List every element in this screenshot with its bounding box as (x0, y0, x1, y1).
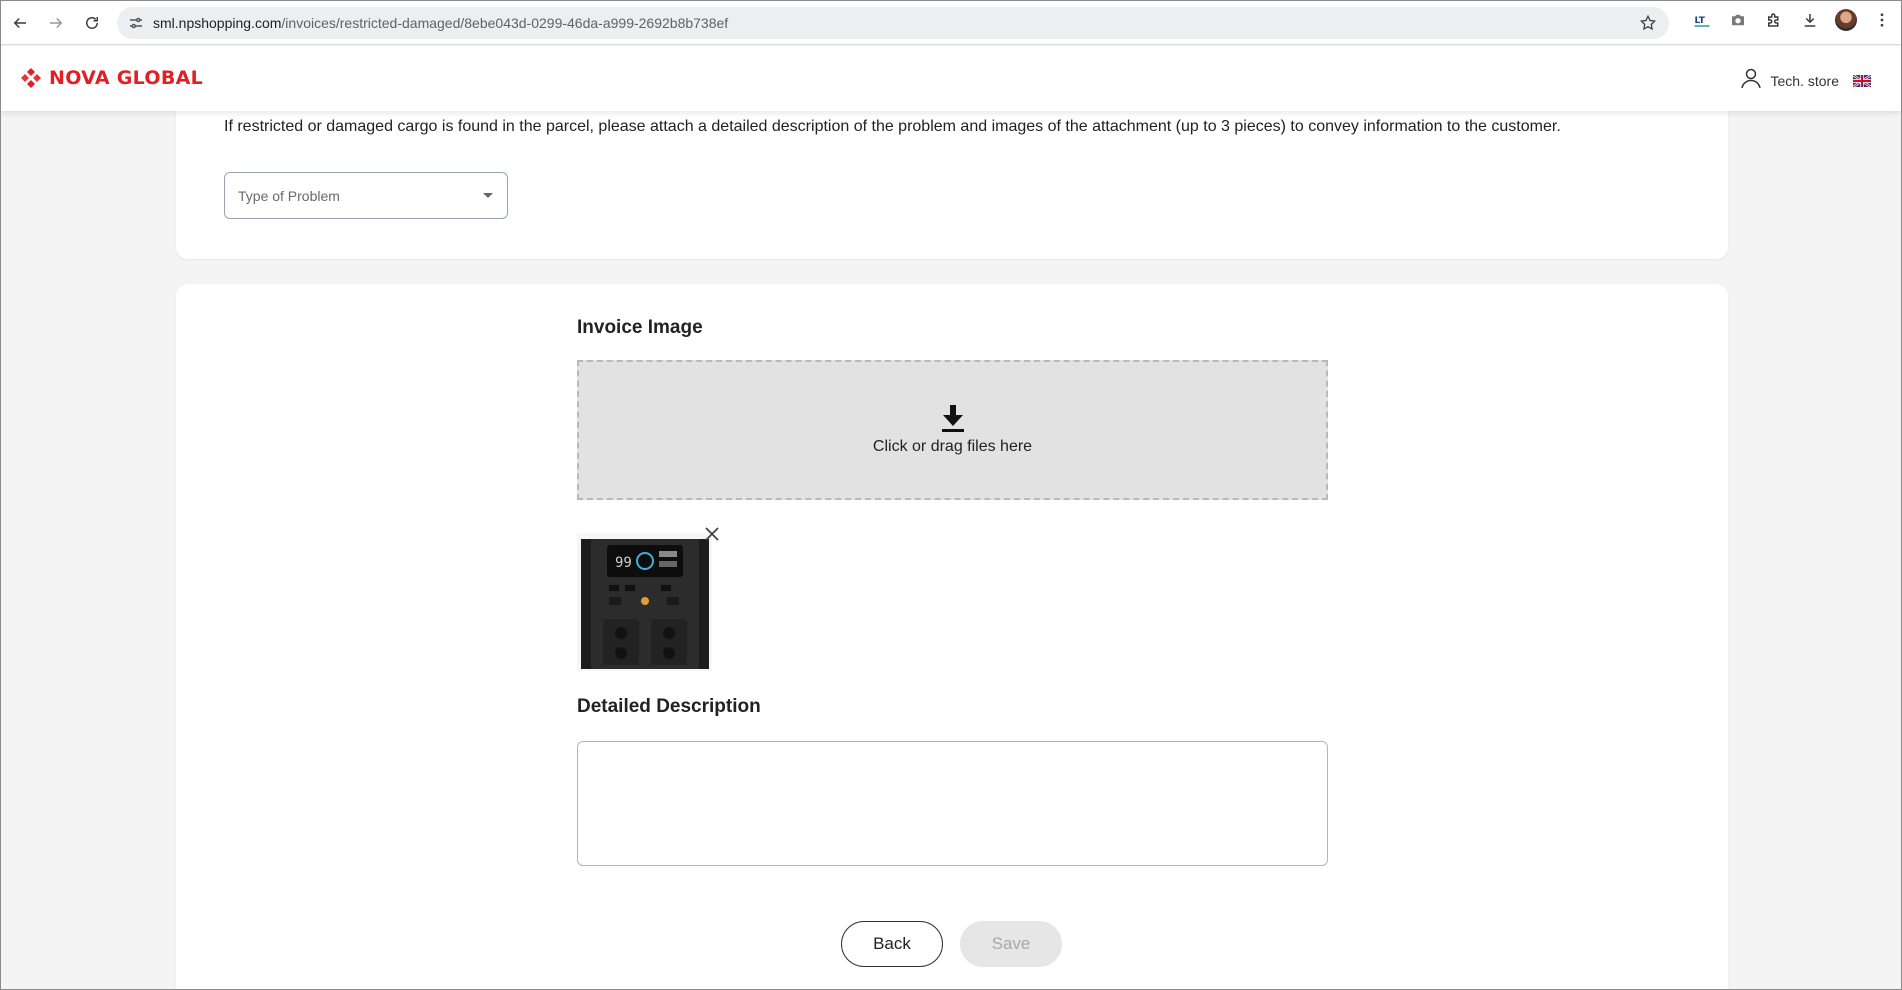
translate-extension-icon[interactable]: LT (1691, 9, 1713, 31)
back-button[interactable]: Back (841, 921, 943, 967)
extensions-puzzle-icon[interactable] (1763, 9, 1785, 31)
logo[interactable]: NOVA GLOBAL (19, 66, 203, 90)
user-menu[interactable]: Tech. store (1739, 66, 1871, 95)
uploaded-image-thumbnail[interactable]: 99 (577, 533, 712, 671)
address-bar[interactable]: sml.npshopping.com/invoices/restricted-d… (117, 7, 1669, 39)
download-arrow-icon (941, 405, 964, 432)
svg-text:99: 99 (615, 555, 632, 571)
camera-extension-icon[interactable] (1727, 9, 1749, 31)
bookmark-star-icon[interactable] (1639, 14, 1657, 32)
app-header: NOVA GLOBAL Tech. store (1, 46, 1901, 111)
logo-text: NOVA GLOBAL (49, 67, 204, 89)
forward-nav-icon[interactable] (41, 8, 71, 38)
type-of-problem-select[interactable]: Type of Problem (224, 172, 508, 219)
description-textarea[interactable] (577, 741, 1328, 866)
uk-flag-icon[interactable] (1853, 74, 1871, 87)
save-button[interactable]: Save (960, 921, 1062, 967)
invoice-image-title: Invoice Image (577, 317, 703, 338)
upload-card: Invoice Image Click or drag files here 9… (176, 284, 1728, 989)
page: sml.npshopping.com/invoices/restricted-d… (0, 0, 1902, 990)
profile-avatar[interactable] (1835, 9, 1857, 31)
file-dropzone[interactable]: Click or drag files here (577, 360, 1328, 500)
dropzone-label: Click or drag files here (872, 438, 1033, 455)
site-info-icon[interactable] (127, 14, 145, 32)
user-icon[interactable] (1739, 66, 1763, 95)
nova-logo-icon (21, 68, 41, 88)
instructions-text: If restricted or damaged cargo is found … (224, 118, 1561, 135)
store-name: Tech. store (1770, 72, 1839, 89)
more-menu-icon[interactable] (1871, 9, 1893, 31)
browser-toolbar: sml.npshopping.com/invoices/restricted-d… (1, 1, 1901, 45)
back-nav-icon[interactable] (5, 8, 35, 38)
chevron-down-icon (483, 193, 493, 198)
svg-text:LT: LT (1695, 16, 1706, 26)
reload-icon[interactable] (77, 8, 107, 38)
select-placeholder: Type of Problem (238, 187, 340, 204)
remove-image-button[interactable] (702, 524, 722, 544)
url-text: sml.npshopping.com/invoices/restricted-d… (153, 15, 729, 31)
downloads-icon[interactable] (1799, 9, 1821, 31)
extension-icons: LT (1691, 9, 1893, 31)
detailed-description-title: Detailed Description (577, 696, 761, 717)
close-icon (705, 527, 719, 541)
